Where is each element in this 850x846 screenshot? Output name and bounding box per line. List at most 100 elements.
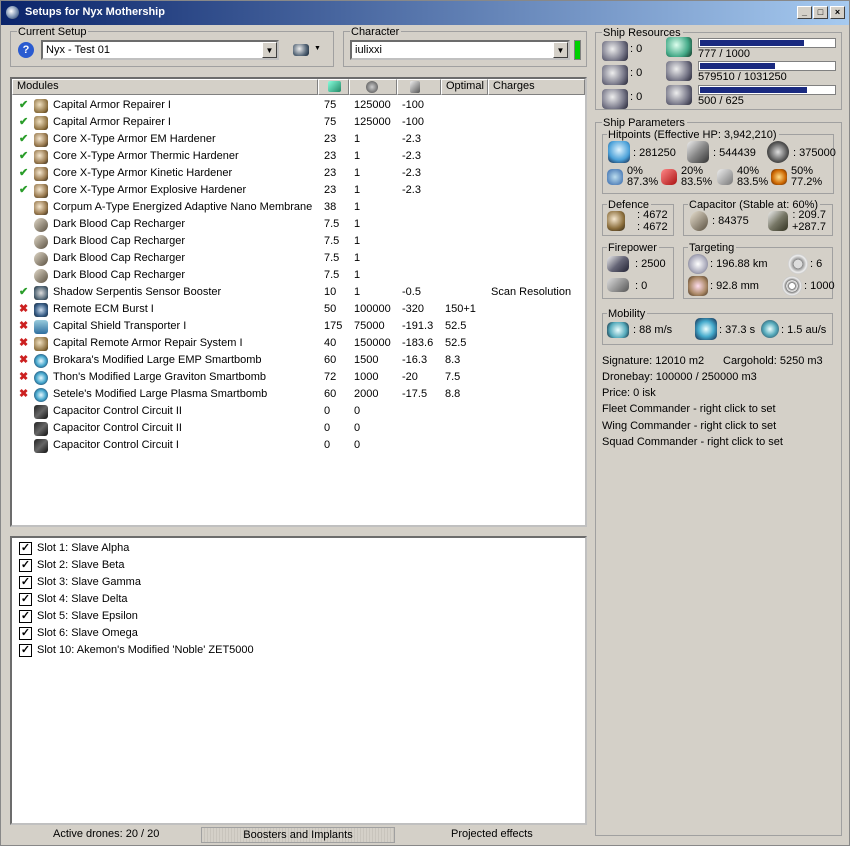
slot-checkbox[interactable]: ✓: [19, 542, 32, 555]
module-row[interactable]: ✔ Core X-Type Armor EM Hardener 23 1 -2.3: [12, 131, 585, 148]
module-cpu: 23: [324, 133, 337, 145]
slot-item[interactable]: ✓ Slot 10: Akemon's Modified 'Noble' ZET5…: [12, 642, 585, 659]
squad-commander[interactable]: Squad Commander - right click to set: [602, 436, 783, 448]
close-button[interactable]: ×: [830, 6, 845, 19]
launcher-hardpoints: : 0: [630, 67, 643, 79]
module-row[interactable]: Capacitor Control Circuit I 0 0: [12, 437, 585, 454]
module-name: Core X-Type Armor Explosive Hardener: [53, 184, 247, 196]
slot-item[interactable]: ✓ Slot 5: Slave Epsilon: [12, 608, 585, 625]
module-row[interactable]: ✔ Capital Armor Repairer I 75 125000 -100: [12, 114, 585, 131]
slot-checkbox[interactable]: ✓: [19, 576, 32, 589]
help-icon[interactable]: ?: [18, 42, 34, 58]
module-row[interactable]: ✖ Setele's Modified Large Plasma Smartbom…: [12, 386, 585, 403]
column-header-charges[interactable]: Charges: [488, 79, 585, 95]
module-pg: 1000: [354, 371, 379, 383]
module-row[interactable]: Dark Blood Cap Recharger 7.5 1: [12, 233, 585, 250]
module-row[interactable]: ✖ Capital Remote Armor Repair System I 40 1…: [12, 335, 585, 352]
module-row[interactable]: ✔ Core X-Type Armor Thermic Hardener 23 1 -2…: [12, 148, 585, 165]
module-row[interactable]: ✖ Thon's Modified Large Graviton Smartbom…: [12, 369, 585, 386]
module-row[interactable]: ✖ Brokara's Modified Large EMP Smartbomb 6…: [12, 352, 585, 369]
module-cpu: 40: [324, 337, 337, 349]
slot-item[interactable]: ✓ Slot 2: Slave Beta: [12, 557, 585, 574]
warp-speed-icon: [761, 320, 779, 338]
character-status-indicator: [574, 40, 581, 60]
slot-checkbox[interactable]: ✓: [19, 627, 32, 640]
module-pg: 100000: [354, 303, 391, 315]
chevron-down-icon[interactable]: ▼: [553, 42, 568, 58]
maximize-button[interactable]: □: [813, 6, 828, 19]
module-row[interactable]: Capacitor Control Circuit II 0 0: [12, 403, 585, 420]
module-row[interactable]: ✔ Capital Armor Repairer I 75 125000 -100: [12, 97, 585, 114]
cross-icon: ✖: [19, 388, 29, 400]
module-row[interactable]: ✔ Core X-Type Armor Kinetic Hardener 23 1 -2…: [12, 165, 585, 182]
check-icon: ✔: [19, 286, 29, 298]
title-bar[interactable]: Setups for Nyx Mothership _ □ ×: [1, 1, 849, 25]
hardener-icon: [34, 184, 48, 198]
slot-label: Slot 4: Slave Delta: [37, 593, 128, 605]
slot-checkbox[interactable]: ✓: [19, 559, 32, 572]
defence-value-1: : 4672: [637, 209, 668, 221]
wing-commander[interactable]: Wing Commander - right click to set: [602, 420, 776, 432]
module-name: Dark Blood Cap Recharger: [53, 235, 186, 247]
dropdown-arrow-icon: ▼: [314, 45, 321, 52]
module-name: Core X-Type Armor EM Hardener: [53, 133, 216, 145]
implant-slot-list[interactable]: ✓ Slot 1: Slave Alpha ✓ Slot 2: Slave Beta ✓…: [10, 536, 587, 825]
slot-checkbox[interactable]: ✓: [19, 644, 32, 657]
module-pg: 0: [354, 405, 361, 417]
ecm-burst-icon: [34, 303, 48, 317]
column-header-cpu[interactable]: [318, 79, 349, 95]
boosters-implants-tab[interactable]: Boosters and Implants: [201, 827, 395, 843]
turret-damage-icon: [607, 256, 629, 272]
slot-checkbox[interactable]: ✓: [19, 610, 32, 623]
module-cpu: 50: [324, 303, 337, 315]
slot-checkbox[interactable]: ✓: [19, 593, 32, 606]
chevron-down-icon[interactable]: ▼: [262, 42, 277, 58]
module-row[interactable]: Dark Blood Cap Recharger 7.5 1: [12, 250, 585, 267]
module-row[interactable]: Dark Blood Cap Recharger 7.5 1: [12, 267, 585, 284]
calibration-icon: [666, 85, 692, 105]
targeting-range: : 196.88 km: [710, 258, 768, 270]
module-pg: 0: [354, 439, 361, 451]
shield-hp: : 281250: [633, 147, 676, 159]
module-row[interactable]: ✔ Core X-Type Armor Explosive Hardener 23 1…: [12, 182, 585, 199]
column-header-modules[interactable]: Modules: [12, 79, 318, 95]
module-cap: -191.3: [402, 320, 434, 332]
setup-select[interactable]: Nyx - Test 01 ▼: [41, 40, 279, 60]
slot-label: Slot 2: Slave Beta: [37, 559, 125, 571]
module-optimal: 8.3: [445, 354, 461, 366]
slot-item[interactable]: ✓ Slot 1: Slave Alpha: [12, 540, 585, 557]
column-header-capacitor[interactable]: [397, 79, 441, 95]
cross-icon: ✖: [19, 354, 29, 366]
module-row[interactable]: Corpum A-Type Energized Adaptive Nano Me…: [12, 199, 585, 216]
firepower-legend: Firepower: [607, 242, 659, 254]
projected-effects-tab[interactable]: Projected effects: [451, 827, 533, 843]
module-pg: 75000: [354, 320, 385, 332]
structure-icon: [767, 141, 789, 163]
setup-menu-button[interactable]: ▼: [291, 42, 321, 58]
sensor-strength-icon: [782, 276, 802, 296]
slot-item[interactable]: ✓ Slot 3: Slave Gamma: [12, 574, 585, 591]
modules-list[interactable]: Modules Optimal Charges ✔ Capital Armor R…: [10, 77, 587, 527]
minimize-button[interactable]: _: [797, 6, 812, 19]
thermal-resist: 20% 83.5%: [681, 166, 712, 188]
slot-item[interactable]: ✓ Slot 6: Slave Omega: [12, 625, 585, 642]
module-cap: -2.3: [402, 167, 421, 179]
module-row[interactable]: Capacitor Control Circuit II 0 0: [12, 420, 585, 437]
module-cap: -2.3: [402, 150, 421, 162]
module-cpu: 75: [324, 99, 337, 111]
module-optimal: 7.5: [445, 371, 461, 383]
column-header-powergrid[interactable]: [349, 79, 397, 95]
module-row[interactable]: ✖ Remote ECM Burst I 50 100000 -320 150+1: [12, 301, 585, 318]
module-row[interactable]: Dark Blood Cap Recharger 7.5 1: [12, 216, 585, 233]
fleet-commander[interactable]: Fleet Commander - right click to set: [602, 403, 776, 415]
cap-recharger-icon: [34, 218, 48, 232]
module-row[interactable]: ✔ Shadow Serpentis Sensor Booster 10 1 -0.5 S…: [12, 284, 585, 301]
column-header-optimal[interactable]: Optimal: [441, 79, 488, 95]
slot-item[interactable]: ✓ Slot 4: Slave Delta: [12, 591, 585, 608]
drone-bandwidth-icon: [602, 89, 628, 109]
warp-speed: : 1.5 au/s: [781, 324, 827, 336]
current-setup-group: Current Setup ? Nyx - Test 01 ▼ ▼: [10, 26, 334, 67]
module-row[interactable]: ✖ Capital Shield Transporter I 175 75000 -19…: [12, 318, 585, 335]
character-select[interactable]: iulixxi ▼: [350, 40, 570, 60]
cross-icon: ✖: [19, 320, 29, 332]
